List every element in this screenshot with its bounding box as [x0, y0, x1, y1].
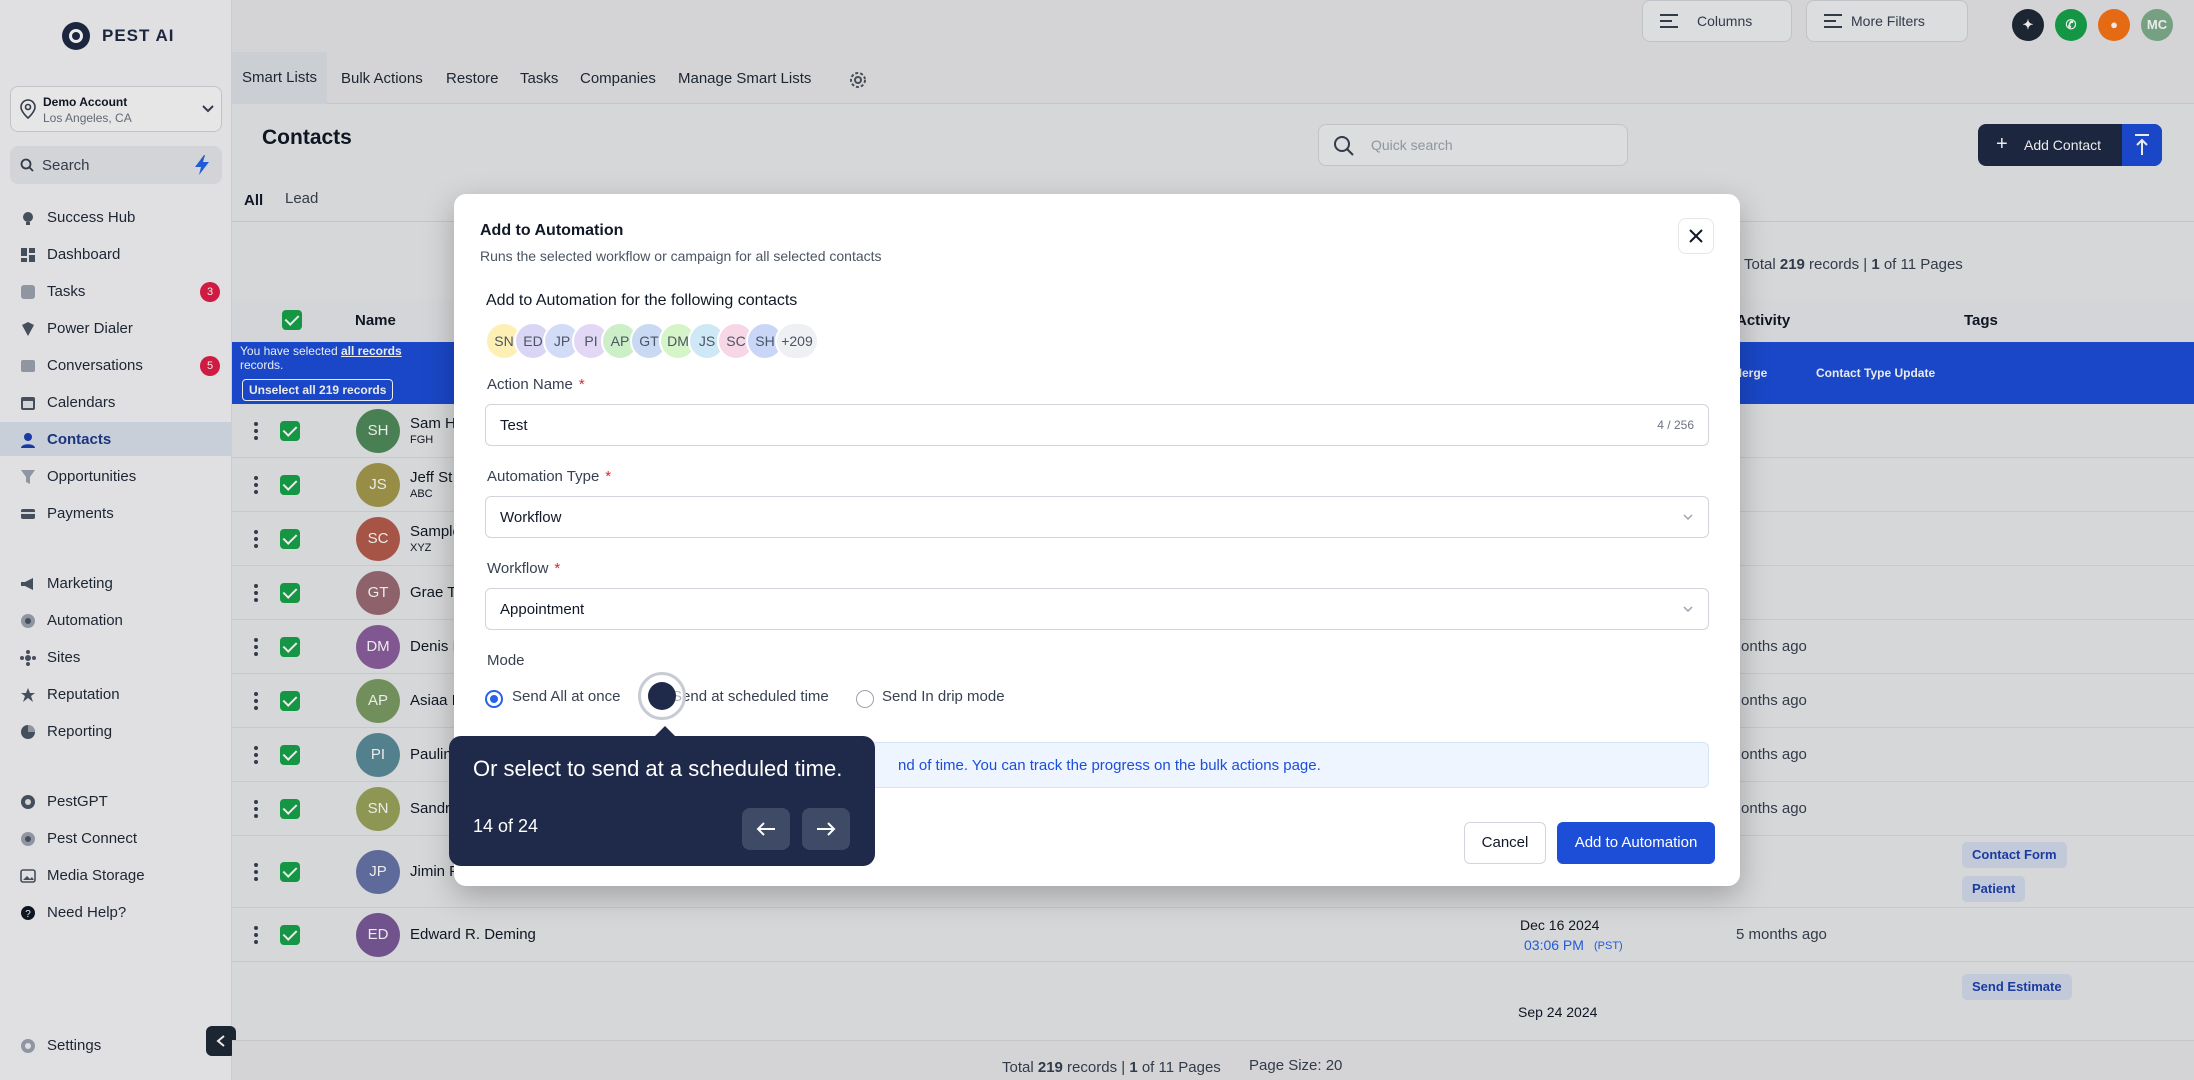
workflow-label: Workflow * — [487, 560, 561, 577]
action-name-value: Test — [500, 417, 528, 434]
mode-drip-label: Send In drip mode — [882, 688, 1005, 705]
mode-drip-radio[interactable] — [856, 690, 874, 708]
arrow-left-icon — [756, 822, 775, 836]
add-to-automation-button[interactable]: Add to Automation — [1557, 822, 1715, 864]
arrow-right-icon — [817, 822, 836, 836]
info-text: nd of time. You can track the progress o… — [898, 757, 1321, 774]
close-icon — [1689, 229, 1703, 243]
mode-send-all-radio[interactable] — [485, 690, 503, 708]
chevron-down-icon — [1683, 606, 1693, 613]
automation-type-value: Workflow — [500, 509, 562, 526]
tooltip-text: Or select to send at a scheduled time. — [473, 756, 843, 781]
workflow-select[interactable]: Appointment — [485, 588, 1709, 630]
mode-send-all-label: Send All at once — [512, 688, 621, 705]
contacts-heading: Add to Automation for the following cont… — [486, 292, 798, 309]
modal-title: Add to Automation — [480, 222, 624, 239]
automation-type-select[interactable]: Workflow — [485, 496, 1709, 538]
automation-type-label-text: Automation Type — [487, 468, 600, 485]
modal-subtitle: Runs the selected workflow or campaign f… — [480, 248, 882, 264]
contact-chip: +209 — [775, 322, 819, 360]
cancel-button[interactable]: Cancel — [1464, 822, 1546, 864]
tour-highlight — [638, 672, 686, 720]
mode-label: Mode — [487, 652, 525, 669]
tour-prev-button[interactable] — [742, 808, 790, 850]
action-name-label: Action Name * — [487, 376, 585, 393]
action-name-label-text: Action Name — [487, 376, 573, 393]
workflow-label-text: Workflow — [487, 560, 549, 577]
mode-scheduled-label: Send at scheduled time — [672, 688, 829, 705]
tour-tooltip: Or select to send at a scheduled time. 1… — [449, 726, 875, 866]
chevron-down-icon — [1683, 514, 1693, 521]
action-name-counter: 4 / 256 — [1657, 418, 1694, 432]
workflow-value: Appointment — [500, 601, 585, 618]
action-name-input[interactable]: Test 4 / 256 — [485, 404, 1709, 446]
tour-next-button[interactable] — [802, 808, 850, 850]
automation-type-label: Automation Type * — [487, 468, 612, 485]
tooltip-step: 14 of 24 — [473, 816, 539, 836]
close-button[interactable] — [1678, 218, 1714, 254]
